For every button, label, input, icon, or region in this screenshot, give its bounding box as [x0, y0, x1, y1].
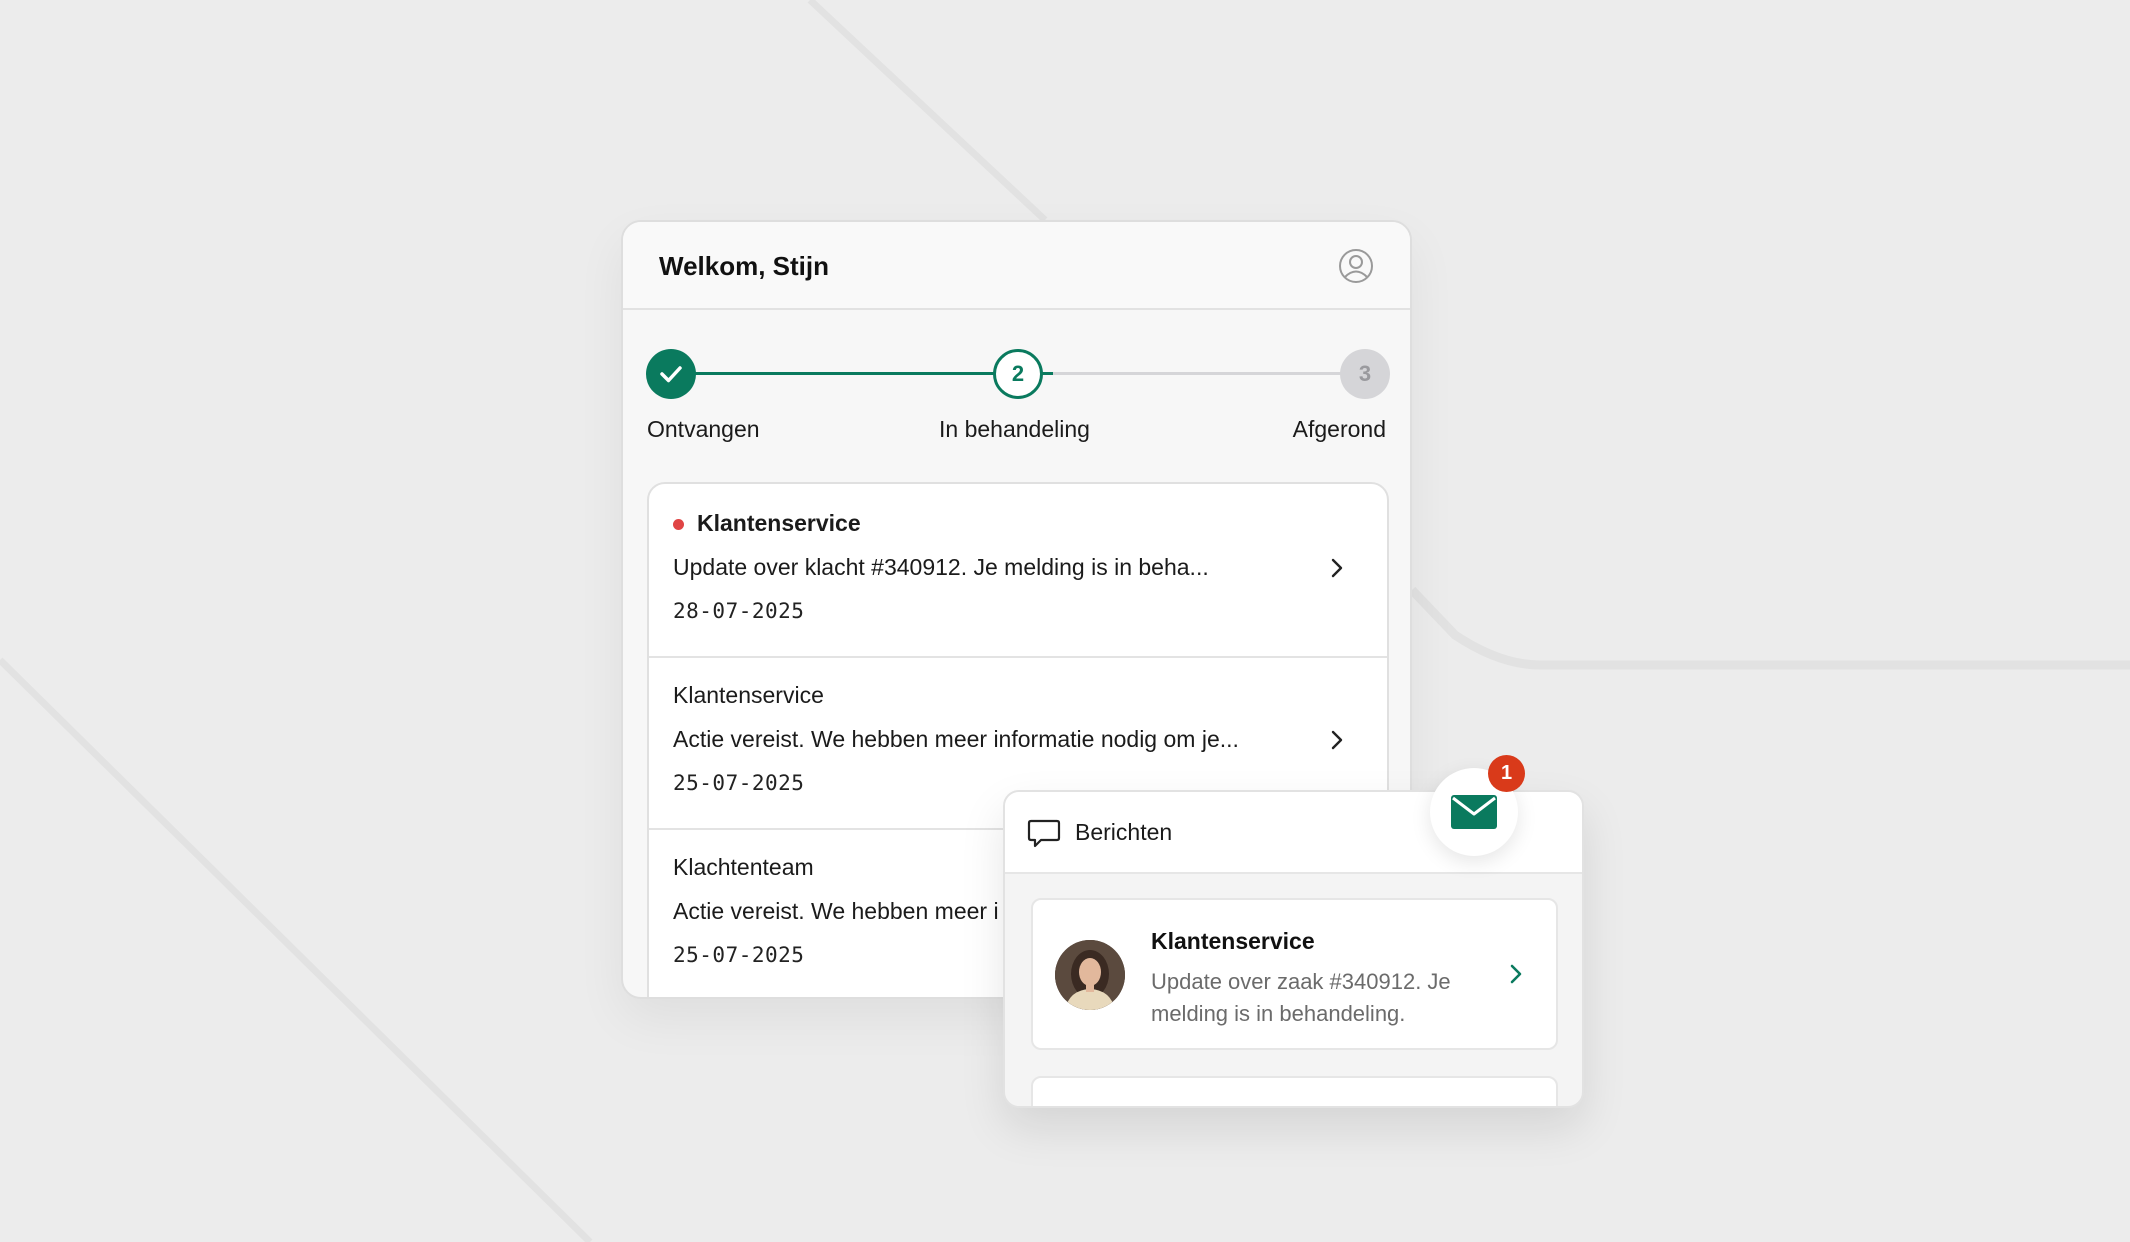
chat-bubble-icon — [1027, 819, 1061, 848]
step-1-done — [646, 349, 696, 399]
message-item[interactable] — [1031, 1076, 1558, 1106]
list-item-text: Update over klacht #340912. Je melding i… — [673, 554, 1209, 580]
notification-badge: 1 — [1488, 755, 1525, 792]
step-connector-pending — [1053, 372, 1363, 375]
user-circle-icon[interactable] — [1338, 248, 1374, 284]
list-item-date: 25-07-2025 — [673, 771, 805, 795]
list-item-text: Actie vereist. We hebben meer informatie… — [673, 726, 1239, 752]
step-label-completed: Afgerond — [1292, 416, 1386, 442]
chevron-right-icon[interactable] — [1325, 556, 1349, 580]
chevron-right-icon[interactable] — [1325, 728, 1349, 752]
chevron-right-icon[interactable] — [1504, 962, 1528, 986]
list-item-text: Actie vereist. We hebben meer i — [673, 898, 999, 924]
list-item-sender: Klachtenteam — [673, 854, 814, 880]
list-item-date: 28-07-2025 — [673, 599, 805, 623]
checkmark-icon — [660, 366, 682, 383]
messages-title: Berichten — [1075, 819, 1173, 845]
message-sender: Klantenservice — [1151, 928, 1315, 954]
avatar — [1055, 940, 1125, 1010]
unread-dot — [673, 519, 684, 530]
list-item[interactable]: Klantenservice Update over klacht #34091… — [649, 484, 1387, 658]
progress-stepper: 2 3 Ontvangen In behandeling Afgerond — [623, 308, 1410, 448]
step-label-received: Ontvangen — [647, 416, 760, 442]
step-2-active: 2 — [993, 349, 1043, 399]
step-label-in-progress: In behandeling — [939, 416, 1090, 442]
message-preview: Update over zaak #340912. Je melding is … — [1151, 969, 1451, 1026]
envelope-icon — [1451, 795, 1497, 829]
list-item-sender: Klantenservice — [673, 682, 824, 708]
step-3-pending: 3 — [1340, 349, 1390, 399]
list-item-sender: Klantenservice — [697, 510, 861, 536]
card-header: Welkom, Stijn — [623, 222, 1410, 310]
welcome-title: Welkom, Stijn — [659, 251, 829, 281]
message-item[interactable]: Klantenservice Update over zaak #340912.… — [1031, 898, 1558, 1050]
list-item-date: 25-07-2025 — [673, 943, 805, 967]
